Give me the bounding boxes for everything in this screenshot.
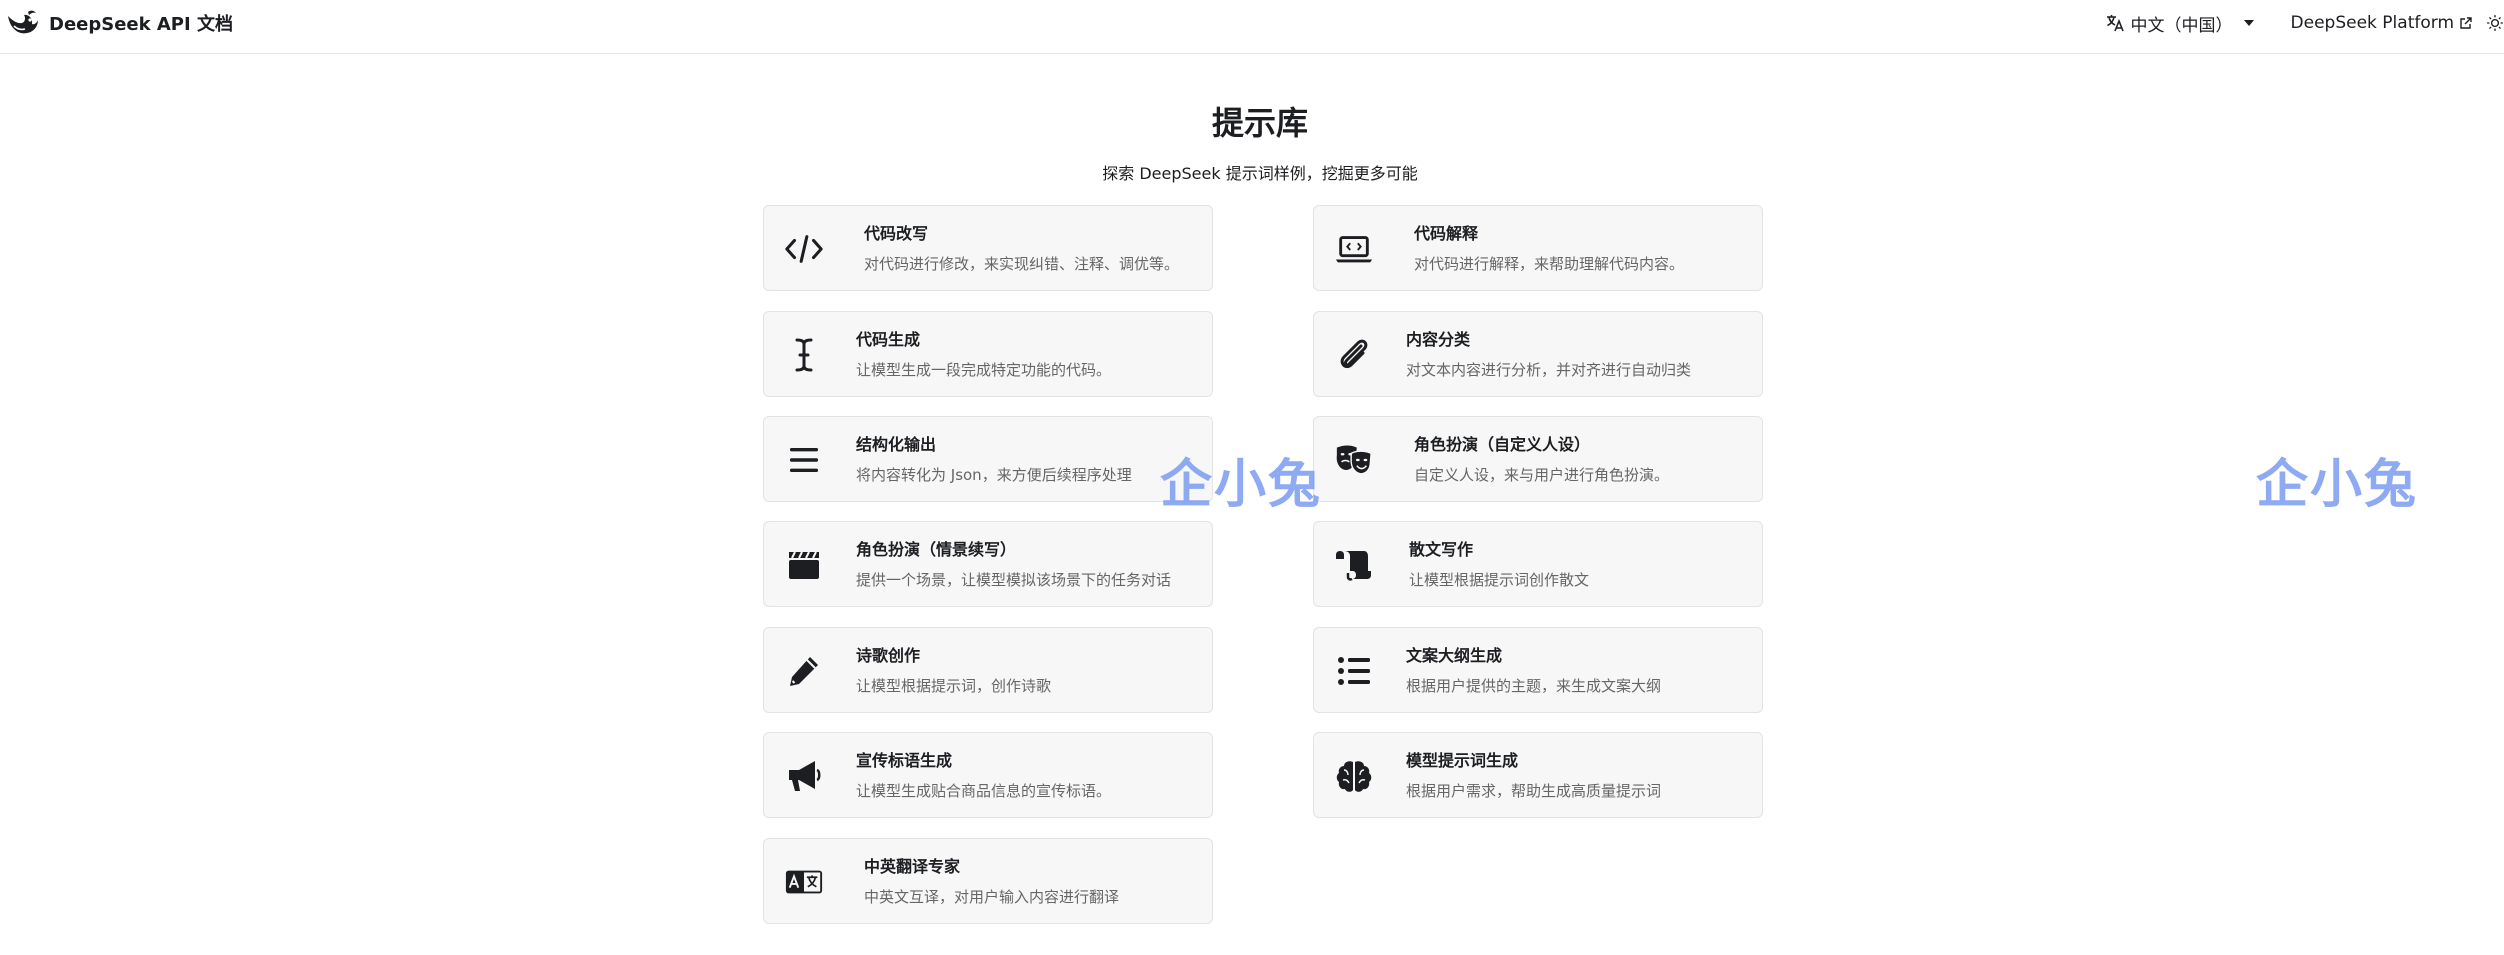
watermark-text: 企小兔 (2256, 455, 2419, 515)
external-link-icon (2460, 16, 2472, 29)
prompt-card-copy-outline[interactable]: 文案大纲生成 根据用户提供的主题，来生成文案大纲 (1313, 627, 1763, 713)
theater-masks-icon (1334, 440, 1374, 480)
deepseek-platform-link[interactable]: DeepSeek Platform (2291, 13, 2472, 33)
card-title: 文案大纲生成 (1406, 646, 1503, 665)
platform-link-label: DeepSeek Platform (2290, 13, 2454, 33)
prompt-card-roleplay-scenario[interactable]: 角色扮演（情景续写） 提供一个场景，让模型模拟该场景下的任务对话 (763, 521, 1213, 607)
card-title: 散文写作 (1409, 540, 1474, 559)
card-title: 代码解释 (1414, 224, 1479, 243)
bullhorn-icon (784, 756, 824, 796)
prompt-card-poetry[interactable]: 诗歌创作 让模型根据提示词，创作诗歌 (763, 627, 1213, 713)
card-title: 中英翻译专家 (864, 857, 961, 876)
prompt-card-code-generate[interactable]: 代码生成 让模型生成一段完成特定功能的代码。 (763, 311, 1213, 397)
card-title: 诗歌创作 (856, 646, 921, 665)
language-icon (784, 862, 824, 902)
prompt-card-code-rewrite[interactable]: 代码改写 对代码进行修改，来实现纠错、注释、调优等。 (763, 205, 1213, 291)
card-title: 内容分类 (1406, 330, 1471, 349)
prompt-card-prompt-generate[interactable]: 模型提示词生成 根据用户需求，帮助生成高质量提示词 (1313, 732, 1763, 818)
bars-icon (784, 440, 824, 480)
card-description: 提供一个场景，让模型模拟该场景下的任务对话 (856, 571, 1172, 589)
language-dropdown[interactable]: 中文（中国） (2105, 11, 2261, 36)
card-title: 代码生成 (856, 330, 921, 349)
card-description: 对代码进行解释，来帮助理解代码内容。 (1414, 255, 1685, 273)
page-subtitle: 探索 DeepSeek 提示词样例，挖掘更多可能 (1102, 164, 1418, 183)
caret-down-icon (2243, 20, 2254, 26)
card-title: 角色扮演（情景续写） (856, 540, 1017, 559)
prompt-card-structured-output[interactable]: 结构化输出 将内容转化为 Json，来方便后续程序处理 (763, 416, 1213, 502)
prompt-card-slogan[interactable]: 宣传标语生成 让模型生成贴合商品信息的宣传标语。 (763, 732, 1213, 818)
list-icon (1334, 651, 1374, 691)
paperclip-icon (1334, 335, 1374, 375)
prompt-card-code-explain[interactable]: 代码解释 对代码进行解释，来帮助理解代码内容。 (1313, 205, 1763, 291)
card-description: 根据用户需求，帮助生成高质量提示词 (1406, 782, 1662, 800)
navbar-right: 中文（中国） DeepSeek Platform (2105, 8, 2504, 38)
laptop-code-icon (1334, 229, 1374, 269)
card-description: 将内容转化为 Json，来方便后续程序处理 (856, 466, 1132, 484)
card-description: 让模型根据提示词，创作诗歌 (856, 677, 1052, 695)
prompt-card-translation[interactable]: 中英翻译专家 中英文互译，对用户输入内容进行翻译 (763, 838, 1213, 924)
navbar: DeepSeek API 文档 中文（中国） DeepSeek Platform (0, 0, 2504, 54)
card-description: 中英文互译，对用户输入内容进行翻译 (864, 888, 1120, 906)
card-title: 角色扮演（自定义人设） (1414, 435, 1591, 454)
translate-icon (2106, 15, 2124, 32)
card-description: 让模型生成贴合商品信息的宣传标语。 (856, 782, 1112, 800)
clapperboard-icon (784, 545, 824, 585)
brand-link[interactable]: DeepSeek API 文档 (6, 8, 233, 38)
card-description: 自定义人设，来与用户进行角色扮演。 (1414, 466, 1670, 484)
scroll-icon (1334, 545, 1374, 585)
card-title: 代码改写 (864, 224, 929, 243)
pen-icon (784, 651, 824, 691)
card-description: 根据用户提供的主题，来生成文案大纲 (1406, 677, 1662, 695)
prompt-card-roleplay-persona[interactable]: 角色扮演（自定义人设） 自定义人设，来与用户进行角色扮演。 (1313, 416, 1763, 502)
card-title: 模型提示词生成 (1406, 751, 1519, 770)
card-description: 对代码进行修改，来实现纠错、注释、调优等。 (864, 255, 1180, 273)
brand-title: DeepSeek API 文档 (49, 14, 233, 35)
sun-icon (2487, 15, 2503, 31)
language-label: 中文（中国） (2130, 15, 2233, 36)
theme-toggle-button[interactable] (2486, 8, 2504, 38)
text-cursor-icon (784, 335, 824, 375)
card-title: 结构化输出 (856, 435, 937, 454)
card-description: 让模型生成一段完成特定功能的代码。 (856, 361, 1112, 379)
card-description: 让模型根据提示词创作散文 (1409, 571, 1590, 589)
deepseek-whale-logo-icon (8, 10, 38, 34)
prompt-card-content-classify[interactable]: 内容分类 对文本内容进行分析，并对齐进行自动归类 (1313, 311, 1763, 397)
prompt-card-prose-writing[interactable]: 散文写作 让模型根据提示词创作散文 (1313, 521, 1763, 607)
card-description: 对文本内容进行分析，并对齐进行自动归类 (1406, 361, 1692, 379)
watermark-text: 企小兔 (1160, 455, 1323, 515)
code-icon (784, 229, 824, 269)
page-title: 提示库 (1211, 104, 1308, 142)
brain-icon (1334, 756, 1374, 796)
card-title: 宣传标语生成 (856, 751, 953, 770)
